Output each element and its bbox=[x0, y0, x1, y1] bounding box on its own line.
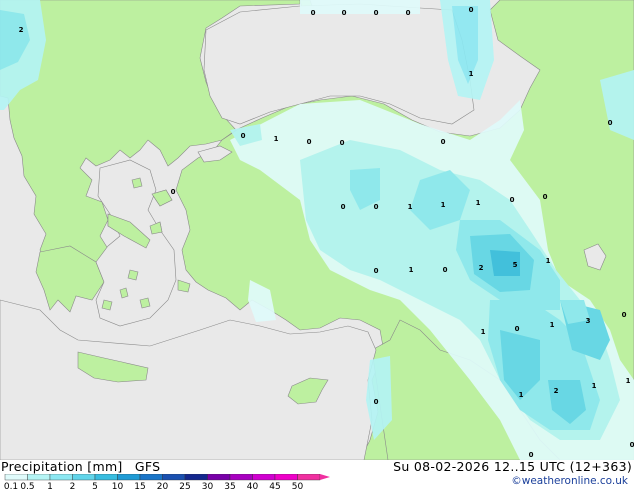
station-value: 2 bbox=[479, 264, 484, 272]
station-value: 3 bbox=[586, 317, 591, 325]
scale-swatch bbox=[4, 474, 28, 481]
legend-title-text: Precipitation [mm] bbox=[1, 459, 123, 474]
scale-tick-label: 10 bbox=[112, 482, 124, 490]
station-value: 1 bbox=[519, 391, 524, 399]
scale-swatch bbox=[184, 474, 208, 481]
station-value: 0 bbox=[529, 451, 534, 459]
scale-tick-label: 45 bbox=[269, 482, 280, 490]
station-value: 1 bbox=[481, 328, 486, 336]
scale-swatch bbox=[162, 474, 186, 481]
scale-swatch bbox=[229, 474, 253, 481]
scale-swatch bbox=[207, 474, 231, 481]
scale-swatch bbox=[72, 474, 96, 481]
precipitation-map: 2 0 0 0 0 0 1 0 1 0 0 0 0 0 0 1 1 1 0 0 … bbox=[0, 0, 634, 460]
scale-tick-label: 5 bbox=[92, 482, 98, 490]
station-value: 1 bbox=[546, 257, 551, 265]
station-value: 0 bbox=[311, 9, 316, 17]
station-value: 0 bbox=[630, 441, 634, 449]
legend-title: Precipitation [mm] GFS bbox=[1, 459, 160, 474]
station-value: 1 bbox=[550, 321, 555, 329]
valid-time: Su 08-02-2026 12..15 UTC (12+363) bbox=[393, 459, 632, 474]
station-value: 1 bbox=[274, 135, 279, 143]
station-value: 0 bbox=[622, 311, 627, 319]
scale-tick-label: 0.1 bbox=[4, 482, 18, 490]
station-value: 0 bbox=[374, 9, 379, 17]
station-value: 0 bbox=[608, 119, 613, 127]
scale-tick-label: 40 bbox=[247, 482, 259, 490]
station-value: 0 bbox=[374, 203, 379, 211]
station-value: 1 bbox=[626, 377, 631, 385]
scale-swatch bbox=[27, 474, 51, 481]
station-value: 0 bbox=[241, 132, 246, 140]
scale-tick-label: 25 bbox=[179, 482, 190, 490]
legend-footer: Precipitation [mm] GFS Su 08-02-2026 12.… bbox=[0, 459, 634, 490]
station-value: 0 bbox=[515, 325, 520, 333]
scale-swatch bbox=[252, 474, 276, 481]
station-value: 1 bbox=[476, 199, 481, 207]
station-value: 1 bbox=[441, 201, 446, 209]
scale-swatch bbox=[274, 474, 298, 481]
scale-swatch bbox=[139, 474, 163, 481]
station-value: 0 bbox=[342, 9, 347, 17]
scale-tick-label: 0.5 bbox=[20, 482, 34, 490]
scale-swatch bbox=[49, 474, 73, 481]
station-value: 0 bbox=[374, 398, 379, 406]
color-scale-bar: 0.1 0.5 1 2 5 10 15 20 25 30 35 40 45 50 bbox=[4, 474, 330, 490]
station-value: 0 bbox=[441, 138, 446, 146]
credit-text: ©weatheronline.co.uk bbox=[511, 475, 628, 487]
scale-tick-label: 35 bbox=[224, 482, 235, 490]
station-value: 1 bbox=[409, 266, 414, 274]
station-value: 0 bbox=[341, 203, 346, 211]
scale-tick-label: 50 bbox=[292, 482, 304, 490]
station-value: 0 bbox=[406, 9, 411, 17]
station-value: 0 bbox=[510, 196, 515, 204]
scale-swatch bbox=[94, 474, 118, 481]
station-value: 0 bbox=[443, 266, 448, 274]
scale-swatch bbox=[117, 474, 141, 481]
station-value: 1 bbox=[592, 382, 597, 390]
scale-tick-label: 15 bbox=[134, 482, 145, 490]
scale-tick-label: 30 bbox=[202, 482, 214, 490]
scale-swatch bbox=[297, 474, 321, 481]
station-value: 2 bbox=[554, 387, 559, 395]
station-value: 1 bbox=[408, 203, 413, 211]
scale-tick-label: 20 bbox=[157, 482, 169, 490]
station-value: 2 bbox=[19, 26, 24, 34]
station-value: 0 bbox=[340, 139, 345, 147]
station-value: 0 bbox=[543, 193, 548, 201]
scale-tick-label: 2 bbox=[70, 482, 76, 490]
scale-tick-label: 1 bbox=[47, 482, 53, 490]
scale-arrow bbox=[320, 474, 330, 480]
model-name: GFS bbox=[134, 459, 161, 474]
station-value: 0 bbox=[469, 6, 474, 14]
station-value: 0 bbox=[171, 188, 176, 196]
station-value: 5 bbox=[513, 261, 518, 269]
station-value: 0 bbox=[307, 138, 312, 146]
station-value: 1 bbox=[469, 70, 474, 78]
station-value: 0 bbox=[374, 267, 379, 275]
